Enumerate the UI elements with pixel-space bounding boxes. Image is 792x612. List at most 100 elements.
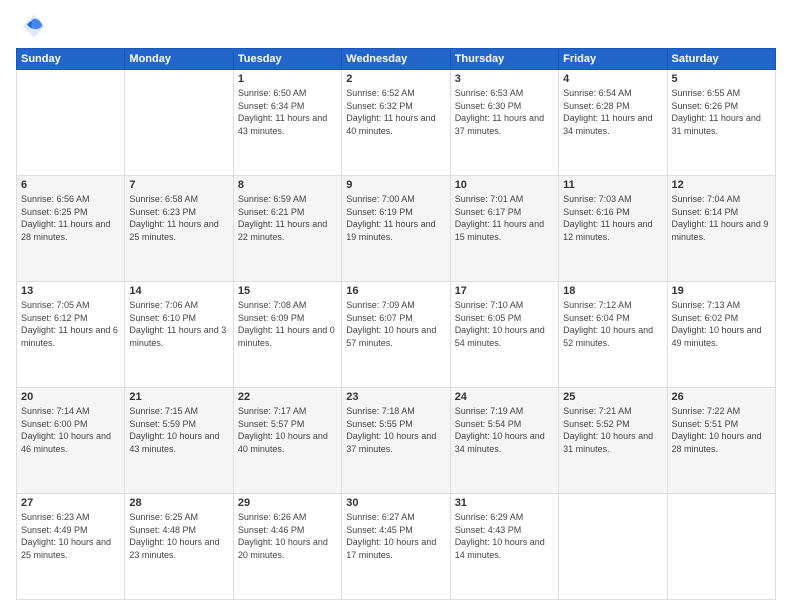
day-number: 30 [346, 497, 445, 509]
day-info: Sunrise: 7:06 AM Sunset: 6:10 PM Dayligh… [129, 299, 228, 349]
day-info: Sunrise: 7:17 AM Sunset: 5:57 PM Dayligh… [238, 405, 337, 455]
day-info: Sunrise: 7:03 AM Sunset: 6:16 PM Dayligh… [563, 193, 662, 243]
day-info: Sunrise: 7:18 AM Sunset: 5:55 PM Dayligh… [346, 405, 445, 455]
calendar-cell: 7 Sunrise: 6:58 AM Sunset: 6:23 PM Daylig… [125, 176, 233, 282]
calendar-cell: 8 Sunrise: 6:59 AM Sunset: 6:21 PM Daylig… [233, 176, 341, 282]
day-number: 12 [672, 179, 771, 191]
logo-icon [20, 12, 48, 40]
calendar-cell: 28 Sunrise: 6:25 AM Sunset: 4:48 PM Dayli… [125, 494, 233, 600]
day-info: Sunrise: 6:23 AM Sunset: 4:49 PM Dayligh… [21, 511, 120, 561]
day-info: Sunrise: 7:12 AM Sunset: 6:04 PM Dayligh… [563, 299, 662, 349]
day-number: 15 [238, 285, 337, 297]
weekday-header-sunday: Sunday [17, 49, 125, 70]
day-number: 2 [346, 73, 445, 85]
calendar-cell: 27 Sunrise: 6:23 AM Sunset: 4:49 PM Dayli… [17, 494, 125, 600]
calendar-cell: 22 Sunrise: 7:17 AM Sunset: 5:57 PM Dayli… [233, 388, 341, 494]
day-number: 3 [455, 73, 554, 85]
day-info: Sunrise: 7:01 AM Sunset: 6:17 PM Dayligh… [455, 193, 554, 243]
calendar-table: SundayMondayTuesdayWednesdayThursdayFrid… [16, 48, 776, 600]
page: SundayMondayTuesdayWednesdayThursdayFrid… [0, 0, 792, 612]
day-number: 14 [129, 285, 228, 297]
day-info: Sunrise: 7:10 AM Sunset: 6:05 PM Dayligh… [455, 299, 554, 349]
calendar-cell: 10 Sunrise: 7:01 AM Sunset: 6:17 PM Dayli… [450, 176, 558, 282]
day-info: Sunrise: 6:50 AM Sunset: 6:34 PM Dayligh… [238, 87, 337, 137]
weekday-header-thursday: Thursday [450, 49, 558, 70]
day-number: 24 [455, 391, 554, 403]
day-info: Sunrise: 6:26 AM Sunset: 4:46 PM Dayligh… [238, 511, 337, 561]
calendar-cell: 13Sunrise: 7:05 AM Sunset: 6:12 PM Dayli… [17, 282, 125, 388]
day-number: 27 [21, 497, 120, 509]
calendar-cell: 21 Sunrise: 7:15 AM Sunset: 5:59 PM Dayli… [125, 388, 233, 494]
day-info: Sunrise: 7:14 AM Sunset: 6:00 PM Dayligh… [21, 405, 120, 455]
day-number: 26 [672, 391, 771, 403]
weekday-header-saturday: Saturday [667, 49, 775, 70]
calendar-cell [559, 494, 667, 600]
day-number: 19 [672, 285, 771, 297]
calendar-cell: 11 Sunrise: 7:03 AM Sunset: 6:16 PM Dayli… [559, 176, 667, 282]
calendar-cell: 31 Sunrise: 6:29 AM Sunset: 4:43 PM Dayli… [450, 494, 558, 600]
calendar-cell [667, 494, 775, 600]
calendar-cell: 16 Sunrise: 7:09 AM Sunset: 6:07 PM Dayli… [342, 282, 450, 388]
calendar-cell: 15Sunrise: 7:08 AM Sunset: 6:09 PM Dayli… [233, 282, 341, 388]
day-info: Sunrise: 6:25 AM Sunset: 4:48 PM Dayligh… [129, 511, 228, 561]
calendar-cell: 6Sunrise: 6:56 AM Sunset: 6:25 PM Daylig… [17, 176, 125, 282]
day-info: Sunrise: 7:15 AM Sunset: 5:59 PM Dayligh… [129, 405, 228, 455]
calendar-cell: 25Sunrise: 7:21 AM Sunset: 5:52 PM Dayli… [559, 388, 667, 494]
day-info: Sunrise: 7:13 AM Sunset: 6:02 PM Dayligh… [672, 299, 771, 349]
day-number: 16 [346, 285, 445, 297]
day-info: Sunrise: 6:52 AM Sunset: 6:32 PM Dayligh… [346, 87, 445, 137]
day-info: Sunrise: 6:59 AM Sunset: 6:21 PM Dayligh… [238, 193, 337, 243]
day-number: 21 [129, 391, 228, 403]
calendar-cell: 5 Sunrise: 6:55 AM Sunset: 6:26 PM Daylig… [667, 70, 775, 176]
header [16, 12, 776, 40]
calendar-cell: 14 Sunrise: 7:06 AM Sunset: 6:10 PM Dayli… [125, 282, 233, 388]
day-number: 6 [21, 179, 120, 191]
weekday-header-friday: Friday [559, 49, 667, 70]
day-number: 31 [455, 497, 554, 509]
calendar-cell: 2 Sunrise: 6:52 AM Sunset: 6:32 PM Daylig… [342, 70, 450, 176]
logo [16, 12, 48, 40]
day-info: Sunrise: 7:21 AM Sunset: 5:52 PM Dayligh… [563, 405, 662, 455]
calendar-cell [125, 70, 233, 176]
calendar-cell: 9 Sunrise: 7:00 AM Sunset: 6:19 PM Daylig… [342, 176, 450, 282]
day-info: Sunrise: 6:58 AM Sunset: 6:23 PM Dayligh… [129, 193, 228, 243]
day-number: 29 [238, 497, 337, 509]
day-number: 22 [238, 391, 337, 403]
weekday-header-wednesday: Wednesday [342, 49, 450, 70]
day-info: Sunrise: 6:53 AM Sunset: 6:30 PM Dayligh… [455, 87, 554, 137]
calendar-cell: 3 Sunrise: 6:53 AM Sunset: 6:30 PM Daylig… [450, 70, 558, 176]
weekday-header-tuesday: Tuesday [233, 49, 341, 70]
day-info: Sunrise: 6:54 AM Sunset: 6:28 PM Dayligh… [563, 87, 662, 137]
day-info: Sunrise: 7:22 AM Sunset: 5:51 PM Dayligh… [672, 405, 771, 455]
day-number: 23 [346, 391, 445, 403]
day-number: 10 [455, 179, 554, 191]
day-number: 11 [563, 179, 662, 191]
calendar-week-row: 13Sunrise: 7:05 AM Sunset: 6:12 PM Dayli… [17, 282, 776, 388]
calendar-week-row: 27 Sunrise: 6:23 AM Sunset: 4:49 PM Dayli… [17, 494, 776, 600]
day-info: Sunrise: 7:09 AM Sunset: 6:07 PM Dayligh… [346, 299, 445, 349]
day-number: 20 [21, 391, 120, 403]
weekday-header-row: SundayMondayTuesdayWednesdayThursdayFrid… [17, 49, 776, 70]
calendar-week-row: 20 Sunrise: 7:14 AM Sunset: 6:00 PM Dayli… [17, 388, 776, 494]
day-info: Sunrise: 6:55 AM Sunset: 6:26 PM Dayligh… [672, 87, 771, 137]
calendar-cell: 26 Sunrise: 7:22 AM Sunset: 5:51 PM Dayli… [667, 388, 775, 494]
calendar-cell: 17Sunrise: 7:10 AM Sunset: 6:05 PM Dayli… [450, 282, 558, 388]
calendar-cell: 30 Sunrise: 6:27 AM Sunset: 4:45 PM Dayli… [342, 494, 450, 600]
calendar-cell: 1Sunrise: 6:50 AM Sunset: 6:34 PM Daylig… [233, 70, 341, 176]
day-info: Sunrise: 7:00 AM Sunset: 6:19 PM Dayligh… [346, 193, 445, 243]
calendar-cell [17, 70, 125, 176]
day-number: 8 [238, 179, 337, 191]
day-info: Sunrise: 6:29 AM Sunset: 4:43 PM Dayligh… [455, 511, 554, 561]
day-number: 5 [672, 73, 771, 85]
day-number: 7 [129, 179, 228, 191]
day-number: 28 [129, 497, 228, 509]
calendar-week-row: 6Sunrise: 6:56 AM Sunset: 6:25 PM Daylig… [17, 176, 776, 282]
calendar-cell: 29 Sunrise: 6:26 AM Sunset: 4:46 PM Dayli… [233, 494, 341, 600]
day-info: Sunrise: 6:27 AM Sunset: 4:45 PM Dayligh… [346, 511, 445, 561]
calendar-cell: 20 Sunrise: 7:14 AM Sunset: 6:00 PM Dayli… [17, 388, 125, 494]
weekday-header-monday: Monday [125, 49, 233, 70]
day-number: 9 [346, 179, 445, 191]
day-number: 18 [563, 285, 662, 297]
calendar-cell: 19 Sunrise: 7:13 AM Sunset: 6:02 PM Dayli… [667, 282, 775, 388]
calendar-cell: 4Sunrise: 6:54 AM Sunset: 6:28 PM Daylig… [559, 70, 667, 176]
